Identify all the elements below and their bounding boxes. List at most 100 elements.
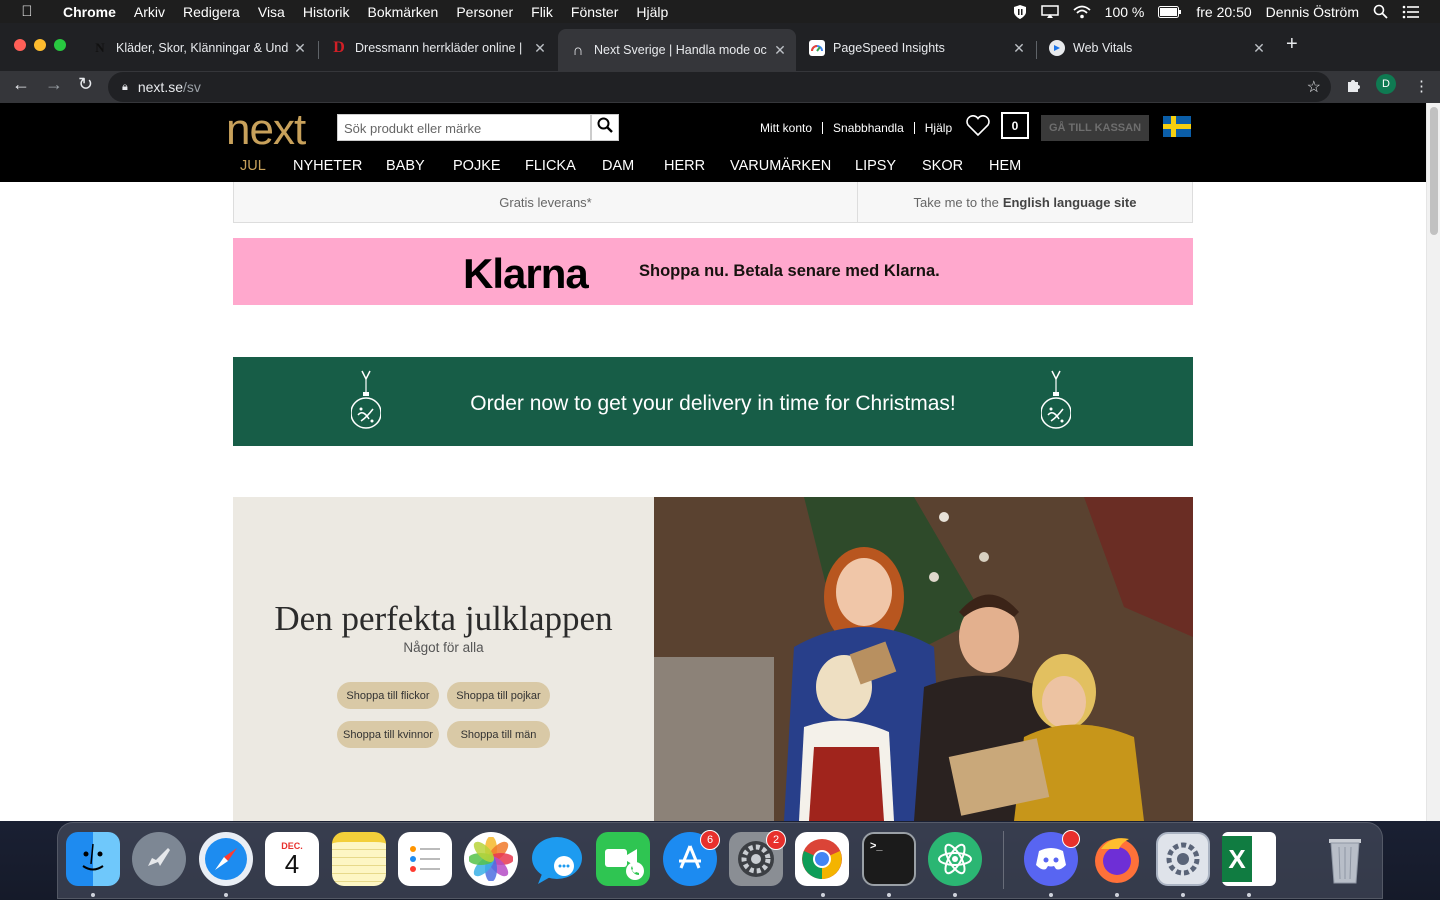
tab-pagespeed[interactable]: PageSpeed Insights ✕ <box>797 33 1035 63</box>
photos-icon[interactable] <box>464 832 518 886</box>
shop-boys-button[interactable]: Shoppa till pojkar <box>447 682 550 709</box>
menubar-user[interactable]: Dennis Öström <box>1266 4 1359 20</box>
new-tab-plus-icon[interactable]: + <box>1286 33 1298 56</box>
profile-avatar[interactable]: D <box>1376 74 1396 94</box>
klarna-banner[interactable]: Klarna Shoppa nu. Betala senare med Klar… <box>233 238 1193 305</box>
my-account-link[interactable]: Mitt konto <box>760 121 812 135</box>
back-arrow-icon[interactable]: ← <box>12 74 30 95</box>
web-page: next Sök produkt eller märke Mitt konto … <box>0 103 1440 821</box>
shopping-bag-button[interactable]: 0 <box>1001 112 1029 139</box>
address-bar[interactable]: 🔒︎ next.se/sv ☆ <box>108 72 1331 102</box>
nav-baby[interactable]: BABY <box>386 158 425 174</box>
nav-herr[interactable]: HERR <box>664 158 705 174</box>
nav-jul[interactable]: JUL <box>240 158 266 174</box>
hero-text-panel: Den perfekta julklappen Något för alla S… <box>233 497 654 821</box>
messages-icon[interactable] <box>530 832 584 886</box>
next-logo[interactable]: next <box>226 105 306 155</box>
nav-varumarken[interactable]: VARUMÄRKEN <box>730 158 831 174</box>
excel-icon[interactable]: X <box>1222 832 1276 886</box>
menu-redigera[interactable]: Redigera <box>174 4 249 20</box>
help-link[interactable]: Hjälp <box>925 121 952 135</box>
tab-next-sverige-active[interactable]: ∩ Next Sverige | Handla mode oc ✕ <box>558 29 796 71</box>
terminal-icon[interactable]: >_ <box>862 832 916 886</box>
atom-icon[interactable] <box>928 832 982 886</box>
close-window-button[interactable] <box>14 39 26 51</box>
close-icon[interactable]: ✕ <box>530 40 550 57</box>
close-icon[interactable]: ✕ <box>770 42 790 59</box>
reload-icon[interactable]: ↻ <box>78 74 93 95</box>
sweden-flag-icon[interactable] <box>1163 116 1191 137</box>
network-utility-icon[interactable] <box>1156 832 1210 886</box>
menu-bokmarken[interactable]: Bokmärken <box>359 4 448 20</box>
running-indicator <box>91 893 95 897</box>
extensions-puzzle-icon[interactable] <box>1346 77 1362 97</box>
lock-icon[interactable]: 🔒︎ <box>122 81 128 94</box>
bookmark-star-icon[interactable]: ☆ <box>1307 77 1321 97</box>
wifi-icon[interactable] <box>1073 5 1091 19</box>
running-indicator <box>887 893 891 897</box>
close-icon[interactable]: ✕ <box>290 40 310 57</box>
launchpad-icon[interactable] <box>132 832 186 886</box>
page-scrollbar[interactable] <box>1426 103 1440 821</box>
menubar-clock[interactable]: fre 20:50 <box>1196 4 1251 20</box>
calendar-icon[interactable]: DEC. 4 <box>265 832 319 886</box>
menu-app-name[interactable]: Chrome <box>54 4 125 20</box>
shop-men-button[interactable]: Shoppa till män <box>447 721 550 748</box>
nav-flicka[interactable]: FLICKA <box>525 158 576 174</box>
zoom-window-button[interactable] <box>54 39 66 51</box>
tab-title: Web Vitals <box>1073 41 1133 55</box>
menu-arkiv[interactable]: Arkiv <box>125 4 174 20</box>
close-icon[interactable]: ✕ <box>1249 40 1269 57</box>
tab-title: Next Sverige | Handla mode oc <box>594 43 767 57</box>
christmas-delivery-banner[interactable]: Order now to get your delivery in time f… <box>233 357 1193 446</box>
notes-icon[interactable] <box>332 832 386 886</box>
tab-web-vitals[interactable]: Web Vitals ✕ <box>1037 33 1275 63</box>
nav-nyheter[interactable]: NYHETER <box>293 158 362 174</box>
notification-center-icon[interactable] <box>1402 5 1420 19</box>
tab-next-klader[interactable]: N Kläder, Skor, Klänningar & Und ✕ <box>80 33 316 63</box>
nav-lipsy[interactable]: LIPSY <box>855 158 896 174</box>
chrome-menu-icon[interactable]: ⋮ <box>1414 77 1429 95</box>
firefox-icon[interactable] <box>1090 832 1144 886</box>
menu-fonster[interactable]: Fönster <box>562 4 627 20</box>
nav-pojke[interactable]: POJKE <box>453 158 501 174</box>
nav-dam[interactable]: DAM <box>602 158 634 174</box>
trash-icon[interactable] <box>1318 832 1372 886</box>
menu-hjalp[interactable]: Hjälp <box>627 4 677 20</box>
facetime-icon[interactable] <box>596 832 650 886</box>
free-delivery-link[interactable]: Gratis leverans* <box>234 182 857 222</box>
forward-arrow-icon[interactable]: → <box>45 74 63 95</box>
english-site-link[interactable]: Take me to the English language site <box>857 182 1192 222</box>
spotlight-search-icon[interactable] <box>1373 4 1388 19</box>
search-button[interactable] <box>591 114 619 141</box>
menu-visa[interactable]: Visa <box>249 4 294 20</box>
chrome-icon[interactable] <box>795 832 849 886</box>
nav-hem[interactable]: HEM <box>989 158 1021 174</box>
reminders-icon[interactable] <box>398 832 452 886</box>
finder-icon[interactable] <box>66 832 120 886</box>
running-indicator <box>1181 893 1185 897</box>
minimize-window-button[interactable] <box>34 39 46 51</box>
battery-icon[interactable] <box>1158 5 1182 18</box>
search-input[interactable]: Sök produkt eller märke <box>337 114 591 141</box>
safari-icon[interactable] <box>199 832 253 886</box>
close-icon[interactable]: ✕ <box>1009 40 1029 57</box>
favourites-heart-icon[interactable] <box>965 114 991 142</box>
menu-flik[interactable]: Flik <box>522 4 562 20</box>
tab-dressmann[interactable]: D Dressmann herrkläder online | ✕ <box>319 33 556 63</box>
running-indicator <box>1049 893 1053 897</box>
airplay-icon[interactable] <box>1040 4 1059 19</box>
christmas-ornament-icon <box>1040 369 1072 438</box>
family-christmas-photo[interactable] <box>654 497 1193 821</box>
shield-icon[interactable] <box>1013 4 1027 20</box>
apple-menu-icon[interactable]:  <box>0 3 54 20</box>
menu-personer[interactable]: Personer <box>447 4 522 20</box>
shop-women-button[interactable]: Shoppa till kvinnor <box>337 721 439 748</box>
menu-historik[interactable]: Historik <box>294 4 359 20</box>
shop-girls-button[interactable]: Shoppa till flickor <box>337 682 439 709</box>
scrollbar-thumb[interactable] <box>1430 107 1438 235</box>
checkout-button[interactable]: GÅ TILL KASSAN <box>1041 115 1149 141</box>
nav-skor[interactable]: SKOR <box>922 158 963 174</box>
klarna-text: Shoppa nu. Betala senare med Klarna. <box>639 262 940 280</box>
quick-shop-link[interactable]: Snabbhandla <box>833 121 904 135</box>
